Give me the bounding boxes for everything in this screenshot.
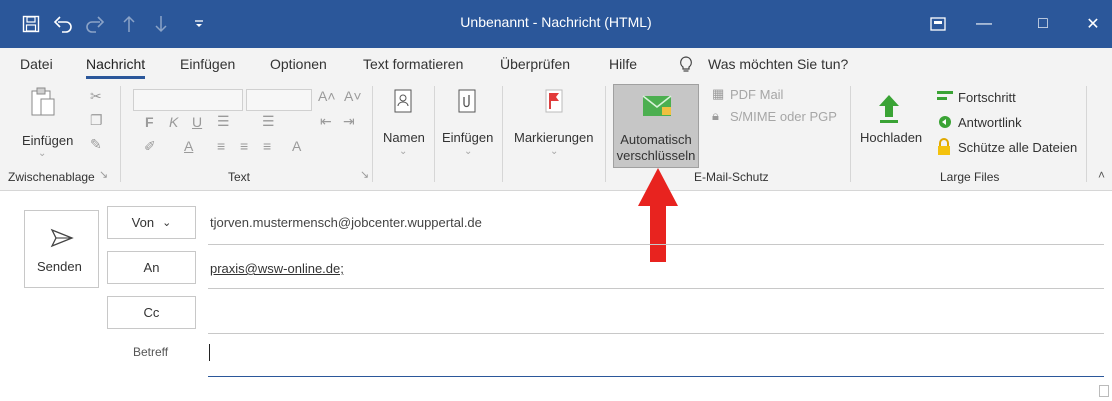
send-icon [49, 227, 75, 249]
insert-label[interactable]: Einfügen [442, 130, 493, 145]
tab-einfuegen[interactable]: Einfügen [180, 56, 235, 72]
paste-dropdown-icon[interactable]: ⌄ [38, 148, 46, 159]
cc-button[interactable]: Cc [107, 296, 196, 329]
cut-icon[interactable]: ✂ [90, 88, 102, 105]
subject-underline [208, 376, 1104, 377]
from-divider [208, 244, 1104, 245]
format-painter-icon[interactable]: ✎ [90, 136, 102, 153]
group-label-text: Text [228, 170, 251, 184]
increase-indent-icon[interactable]: ⇥ [343, 113, 355, 130]
names-label[interactable]: Namen [383, 130, 425, 145]
tags-label[interactable]: Markierungen [514, 130, 594, 145]
underline-button[interactable]: U [192, 114, 202, 130]
to-divider [208, 288, 1104, 289]
tab-nachricht[interactable]: Nachricht [86, 56, 146, 79]
text-cursor [209, 344, 210, 361]
close-icon[interactable]: ✕ [1070, 0, 1112, 48]
numbering-icon[interactable]: ☰ [262, 113, 275, 130]
group-label-clipboard: Zwischenablage [8, 170, 95, 184]
smime-button[interactable]: S/MIME oder PGP [730, 109, 837, 124]
highlight-icon[interactable]: ✐ [144, 138, 156, 155]
collapse-ribbon-icon[interactable]: ˄ [1098, 168, 1105, 182]
separator [120, 86, 121, 182]
clear-formatting-icon[interactable]: A [292, 138, 301, 154]
shrink-font-icon[interactable]: A˅ [344, 88, 362, 104]
maximize-icon[interactable]: □ [1020, 0, 1066, 48]
separator [1086, 86, 1087, 182]
align-center-icon[interactable]: ≡ [240, 138, 248, 154]
progress-button[interactable]: Fortschritt [958, 90, 1016, 105]
reply-link-icon [936, 114, 954, 130]
font-color-icon[interactable]: A [184, 138, 193, 154]
separator [502, 86, 503, 182]
from-field[interactable]: tjorven.mustermensch@jobcenter.wuppertal… [210, 215, 482, 230]
tab-optionen[interactable]: Optionen [270, 56, 327, 72]
grow-font-icon[interactable]: A˄ [318, 88, 336, 104]
menu-bar: Datei Nachricht Einfügen Optionen Text f… [0, 48, 1112, 80]
paste-label[interactable]: Einfügen [22, 133, 73, 148]
from-button[interactable]: Von ⌄ [107, 206, 196, 239]
group-label-large-files: Large Files [940, 170, 1000, 184]
encrypted-mail-icon [640, 92, 674, 120]
separator [372, 86, 373, 182]
font-size-combo[interactable] [246, 89, 312, 111]
minimize-icon[interactable]: — [961, 0, 1007, 48]
title-bar: Unbenannt - Nachricht (HTML) — □ ✕ [0, 0, 1112, 48]
pdf-mail-button[interactable]: PDF Mail [730, 87, 783, 102]
italic-button[interactable]: K [169, 114, 178, 130]
tab-hilfe[interactable]: Hilfe [609, 56, 637, 72]
pdf-mail-icon: ▦ [712, 86, 725, 101]
lightbulb-icon [678, 55, 694, 73]
align-left-icon[interactable]: ≡ [217, 138, 225, 154]
attach-icon[interactable] [456, 88, 478, 114]
reply-link-button[interactable]: Antwortlink [958, 115, 1022, 130]
names-dropdown-icon[interactable]: ⌄ [399, 146, 407, 157]
group-label-email-protection: E-Mail-Schutz [694, 170, 769, 184]
lock-icon: 🔒︎ [712, 108, 719, 123]
tell-me-search[interactable]: Was möchten Sie tun? [708, 56, 848, 72]
bullets-icon[interactable]: ☰ [217, 113, 230, 130]
send-button[interactable]: Senden [24, 210, 99, 288]
bold-button[interactable]: F [145, 114, 154, 130]
to-button[interactable]: An [107, 251, 196, 284]
paste-icon[interactable] [28, 85, 58, 119]
text-launcher-icon[interactable]: ↘ [360, 168, 369, 181]
protect-all-button[interactable]: Schütze alle Dateien [958, 140, 1077, 155]
from-label: Von [131, 215, 155, 230]
clipboard-launcher-icon[interactable]: ↘ [99, 168, 108, 181]
upload-icon [876, 92, 902, 126]
align-right-icon[interactable]: ≡ [263, 138, 271, 154]
font-name-combo[interactable] [133, 89, 243, 111]
red-arrow-annotation [636, 166, 680, 264]
separator [605, 86, 606, 182]
to-label: An [143, 260, 160, 275]
to-field[interactable]: praxis@wsw-online.de; [210, 261, 344, 276]
tab-ueberpruefen[interactable]: Überprüfen [500, 56, 570, 72]
insert-dropdown-icon[interactable]: ⌄ [464, 146, 472, 157]
tab-datei[interactable]: Datei [20, 56, 53, 72]
tags-dropdown-icon[interactable]: ⌄ [550, 146, 558, 157]
tab-text-formatieren[interactable]: Text formatieren [363, 56, 463, 72]
cc-label: Cc [143, 305, 160, 320]
padlock-icon [935, 138, 953, 156]
decrease-indent-icon[interactable]: ⇤ [320, 113, 332, 130]
ribbon: Einfügen ⌄ ✂ ❐ ✎ Zwischenablage ↘ A˄ A˅ … [0, 80, 1112, 191]
auto-encrypt-label-1: Automatisch [620, 132, 692, 147]
flag-icon[interactable] [543, 88, 565, 114]
separator [850, 86, 851, 182]
chevron-down-icon: ⌄ [162, 217, 172, 229]
scroll-corner-icon[interactable] [1099, 385, 1109, 397]
separator [434, 86, 435, 182]
upload-button[interactable]: Hochladen [860, 130, 922, 145]
copy-icon[interactable]: ❐ [90, 112, 103, 129]
progress-icon [936, 89, 954, 103]
ribbon-display-icon[interactable] [915, 0, 961, 48]
subject-label: Betreff [133, 345, 169, 359]
cc-divider [208, 333, 1104, 334]
address-book-icon[interactable] [392, 88, 414, 114]
auto-encrypt-label-2: verschlüsseln [616, 148, 696, 163]
send-label: Senden [37, 259, 82, 274]
